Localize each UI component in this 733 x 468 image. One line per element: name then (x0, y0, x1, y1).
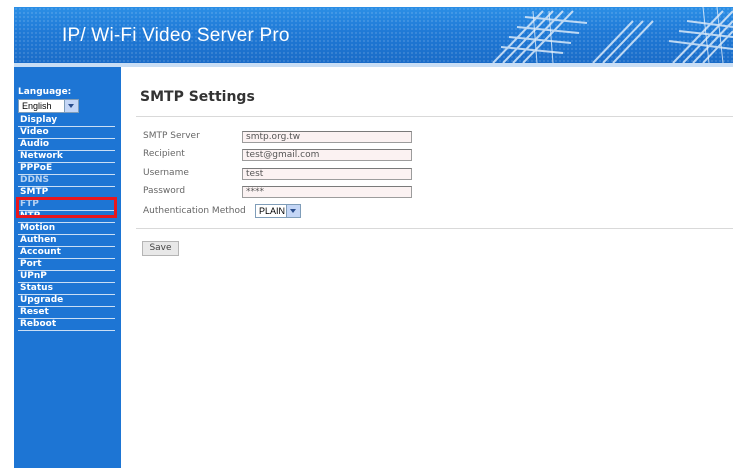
chevron-down-icon[interactable] (286, 205, 300, 217)
sidebar-item-reset[interactable]: Reset (18, 307, 115, 319)
chevron-down-icon[interactable] (64, 100, 78, 112)
sidebar-item-display[interactable]: Display (18, 115, 115, 127)
sidebar-item-reboot[interactable]: Reboot (18, 319, 115, 331)
language-label: Language: (18, 87, 72, 97)
sidebar-item-video[interactable]: Video (18, 127, 115, 139)
sidebar-item-audio[interactable]: Audio (18, 139, 115, 151)
header-divider-strip (14, 63, 733, 67)
sidebar-item-network[interactable]: Network (18, 151, 115, 163)
app-title: IP/ Wi-Fi Video Server Pro (62, 25, 290, 46)
auth-method-select[interactable]: PLAIN (255, 204, 301, 218)
sidebar-item-motion[interactable]: Motion (18, 223, 115, 235)
password-label: Password (143, 186, 186, 196)
smtp-highlight-box (16, 197, 117, 218)
smtp-server-label: SMTP Server (143, 131, 200, 141)
sidebar-item-pppoe[interactable]: PPPoE (18, 163, 115, 175)
sidebar-menu: Display Video Audio Network PPPoE DDNS S… (18, 115, 115, 331)
password-field[interactable]: **** (242, 186, 412, 198)
sidebar-item-account[interactable]: Account (18, 247, 115, 259)
sidebar-item-authen[interactable]: Authen (18, 235, 115, 247)
username-label: Username (143, 168, 189, 178)
header-decoration-graphic (492, 7, 733, 63)
sidebar-item-ddns[interactable]: DDNS (18, 175, 115, 187)
sidebar-item-upgrade[interactable]: Upgrade (18, 295, 115, 307)
title-divider (136, 116, 733, 117)
recipient-label: Recipient (143, 149, 185, 159)
language-select[interactable]: English (18, 99, 79, 113)
page-title: SMTP Settings (140, 89, 255, 105)
sidebar-item-upnp[interactable]: UPnP (18, 271, 115, 283)
sidebar: Language: English Display Video Audio Ne… (14, 67, 121, 468)
language-select-value: English (22, 101, 52, 111)
sidebar-item-status[interactable]: Status (18, 283, 115, 295)
recipient-field[interactable]: test@gmail.com (242, 149, 412, 161)
auth-method-value: PLAIN (259, 206, 286, 216)
header-banner: IP/ Wi-Fi Video Server Pro (14, 7, 733, 63)
auth-method-label: Authentication Method (143, 206, 246, 216)
smtp-server-field[interactable]: smtp.org.tw (242, 131, 412, 143)
save-button[interactable]: Save (142, 241, 179, 256)
form-divider (136, 228, 733, 229)
sidebar-item-port[interactable]: Port (18, 259, 115, 271)
username-field[interactable]: test (242, 168, 412, 180)
